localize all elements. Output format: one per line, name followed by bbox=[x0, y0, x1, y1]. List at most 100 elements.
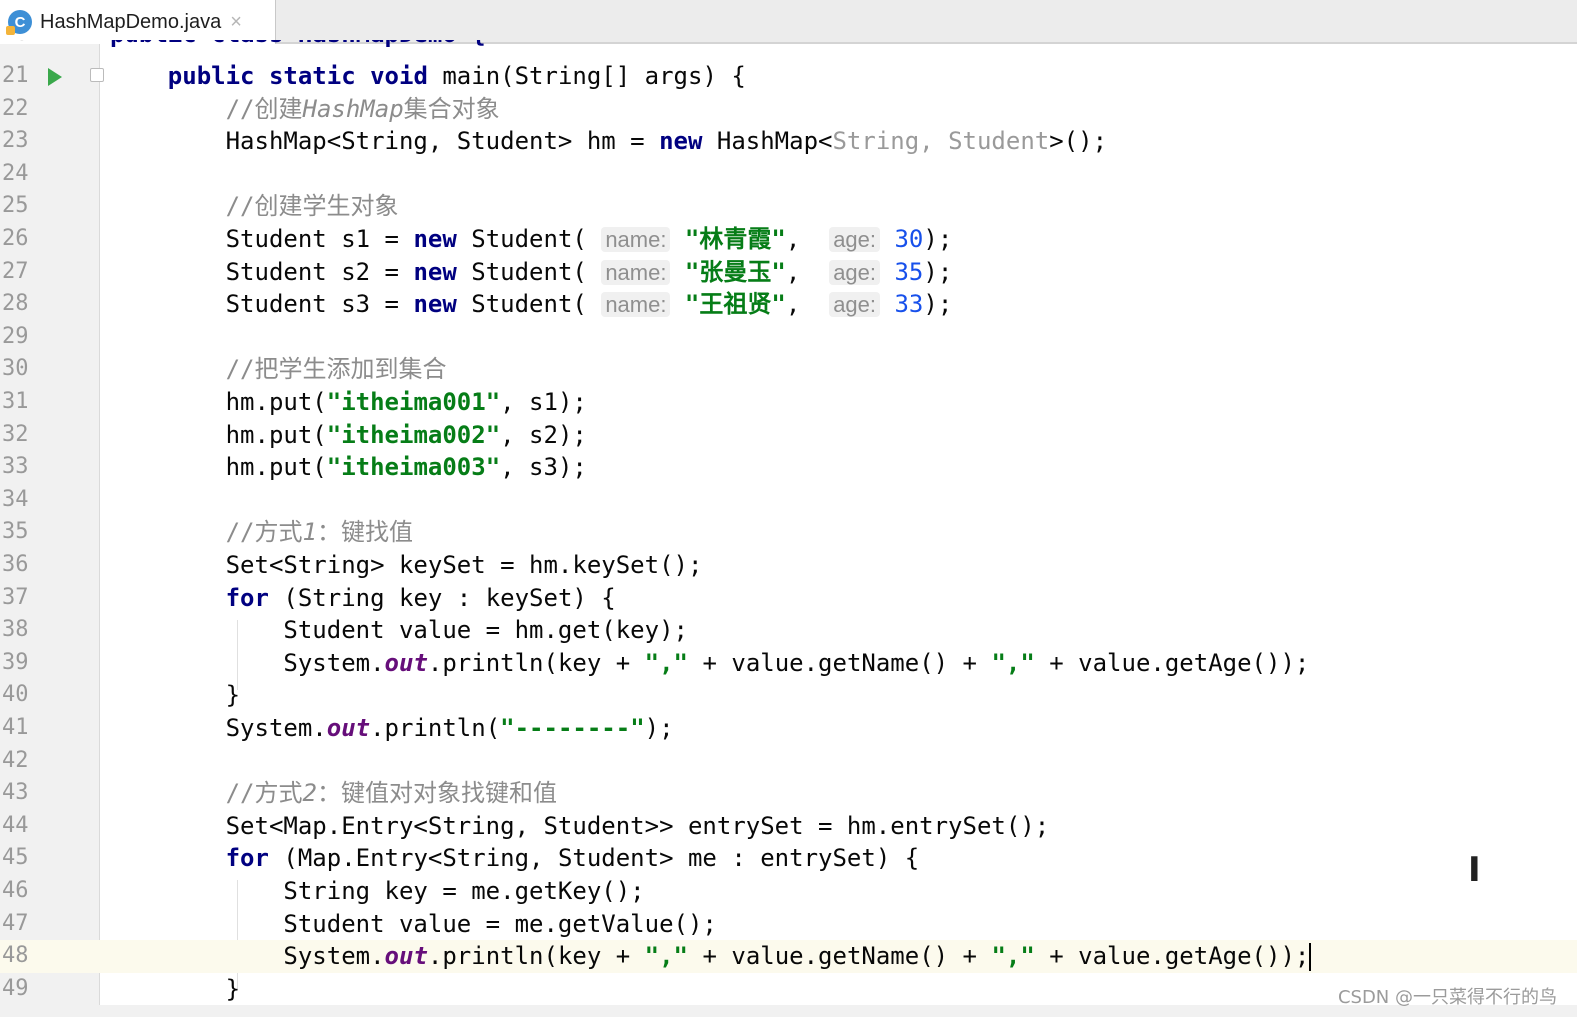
keyword: new bbox=[413, 257, 457, 286]
line-number: 36 bbox=[2, 552, 29, 577]
code-line[interactable]: 24 bbox=[0, 158, 1577, 191]
keyword: void bbox=[370, 62, 428, 90]
keyword: new bbox=[659, 127, 703, 156]
token: Set<Map.Entry<String, Student>> entrySet… bbox=[225, 811, 1050, 840]
code-text: public class HashMapDemo { bbox=[110, 40, 486, 50]
code-line[interactable]: 25 //创建学生对象 bbox=[0, 190, 1577, 223]
code-text: Set<Map.Entry<String, Student>> entrySet… bbox=[110, 810, 1050, 843]
static-field: out bbox=[384, 942, 428, 971]
code-text: for (String key : keySet) { bbox=[110, 582, 616, 615]
token: + value.getAge()); bbox=[1034, 942, 1310, 971]
code-text: Student s2 = new Student( name: "张曼玉", a… bbox=[110, 256, 953, 290]
code-text: System.out.println(key + "," + value.get… bbox=[110, 940, 1312, 973]
token: Student bbox=[225, 257, 342, 286]
code-line[interactable]: 30 //把学生添加到集合 bbox=[0, 353, 1577, 386]
token: ); bbox=[923, 290, 953, 319]
code-line[interactable]: 28 Student s3 = new Student( name: "王祖贤"… bbox=[0, 288, 1577, 321]
close-icon[interactable]: × bbox=[230, 11, 242, 34]
token: s2 bbox=[529, 420, 558, 449]
code-text: hm.put("itheima003", s3); bbox=[110, 451, 587, 484]
line-number: 24 bbox=[2, 160, 29, 186]
code-line[interactable]: 46 String key = me.getKey(); bbox=[0, 875, 1577, 908]
code-line[interactable]: 29 bbox=[0, 321, 1577, 354]
keyword: for bbox=[225, 583, 269, 612]
code-text: String key = me.getKey(); bbox=[110, 875, 644, 908]
line-number: 42 bbox=[2, 747, 29, 773]
token: + value.getName() + bbox=[688, 942, 992, 971]
text-cursor-icon: I bbox=[1468, 850, 1481, 890]
token: .println(key + bbox=[427, 942, 645, 971]
string: "," bbox=[644, 648, 689, 677]
code-text: } bbox=[110, 973, 240, 1006]
code-text: Student s1 = new Student( name: "林青霞", a… bbox=[110, 223, 953, 257]
code-text: //方式2：键值对对象找键和值 bbox=[110, 777, 557, 810]
line-number: 31 bbox=[2, 389, 29, 414]
line-number: 38 bbox=[2, 617, 29, 643]
code-text: System.out.println(key + "," + value.get… bbox=[110, 647, 1309, 680]
code-line[interactable]: 45 for (Map.Entry<String, Student> me : … bbox=[0, 842, 1577, 875]
comment: //创建 bbox=[225, 94, 303, 123]
tab-hashmapdemo[interactable]: C HashMapDemo.java × bbox=[0, 0, 276, 44]
line-number: 40 bbox=[2, 682, 29, 708]
run-icon[interactable] bbox=[48, 68, 62, 86]
param-hint-age: age: bbox=[829, 227, 881, 252]
code-line[interactable]: 23 HashMap<String, Student> hm = new Has… bbox=[0, 125, 1577, 158]
code-line[interactable]: 26 Student s1 = new Student( name: "林青霞"… bbox=[0, 223, 1577, 256]
line-number: 45 bbox=[2, 845, 29, 871]
param-hint-age: age: bbox=[829, 292, 881, 318]
fold-icon[interactable] bbox=[90, 68, 104, 82]
code-line[interactable]: 39 System.out.println(key + "," + value.… bbox=[0, 647, 1577, 680]
number: 33 bbox=[894, 290, 924, 319]
token: + value.getAge()); bbox=[1034, 648, 1310, 677]
token: hm.put( bbox=[225, 388, 327, 416]
token: = bbox=[370, 257, 414, 286]
line-number: 29 bbox=[2, 323, 29, 349]
code-line[interactable]: 31 hm.put("itheima001", s1); bbox=[0, 386, 1577, 419]
code-line[interactable]: 43 //方式2：键值对对象找键和值 bbox=[0, 777, 1577, 810]
code-line[interactable]: 37 for (String key : keySet) { bbox=[0, 582, 1577, 615]
token: .println(key + bbox=[427, 648, 645, 677]
token: = bbox=[370, 225, 414, 253]
comment: //把学生添加到集合 bbox=[225, 355, 447, 384]
token: } bbox=[225, 681, 241, 710]
code-text: Student s3 = new Student( name: "王祖贤", a… bbox=[110, 288, 953, 322]
code-line[interactable]: 32 hm.put("itheima002", s2); bbox=[0, 419, 1577, 452]
code-line[interactable]: 47 Student value = me.getValue(); bbox=[0, 908, 1577, 941]
comment: 1 bbox=[302, 518, 317, 547]
token: (Map.Entry<String, Student> me : entrySe… bbox=[268, 844, 920, 873]
line-number: 27 bbox=[2, 258, 29, 284]
code-line[interactable]: 36 Set<String> keySet = hm.keySet(); bbox=[0, 549, 1577, 582]
code-line[interactable]: 44 Set<Map.Entry<String, Student>> entry… bbox=[0, 810, 1577, 843]
code-line[interactable]: 40 } bbox=[0, 679, 1577, 712]
string: "itheima003" bbox=[326, 453, 501, 482]
code-line[interactable]: 42 bbox=[0, 745, 1577, 778]
token: , bbox=[500, 453, 530, 482]
comment: //创建学生对象 bbox=[225, 192, 399, 221]
code-line[interactable]: 35 //方式1：键找值 bbox=[0, 516, 1577, 549]
code-line[interactable]: 34 bbox=[0, 484, 1577, 517]
code-line[interactable]: 41 System.out.println("--------"); bbox=[0, 712, 1577, 745]
token: main(String[] args) { bbox=[427, 62, 746, 90]
line-number: 28 bbox=[2, 291, 29, 317]
token: ); bbox=[923, 257, 953, 286]
code-line[interactable]: 48 System.out.println(key + "," + value.… bbox=[0, 940, 1577, 973]
code-line[interactable]: 33 hm.put("itheima003", s3); bbox=[0, 451, 1577, 484]
line-number: 41 bbox=[2, 715, 29, 740]
keyword: static bbox=[268, 62, 356, 90]
token: , bbox=[500, 420, 530, 449]
token: Student value = me.getValue(); bbox=[283, 909, 717, 938]
code-line[interactable]: 38 Student value = hm.get(key); bbox=[0, 614, 1577, 647]
line-number: 49 bbox=[2, 975, 29, 1001]
param-hint-name: name: bbox=[601, 292, 671, 318]
code-line[interactable]: 22 //创建HashMap集合对象 bbox=[0, 93, 1577, 126]
code-text: public static void main(String[] args) { bbox=[110, 60, 746, 93]
line-number: 23 bbox=[2, 128, 29, 154]
token: + value.getName() + bbox=[688, 648, 992, 677]
code-line[interactable]: 27 Student s2 = new Student( name: "张曼玉"… bbox=[0, 256, 1577, 289]
token: (String key : keySet) { bbox=[268, 583, 616, 612]
token: >(); bbox=[1049, 127, 1108, 156]
line-number: 25 bbox=[2, 193, 29, 219]
token: System. bbox=[283, 942, 385, 971]
code-text: hm.put("itheima001", s1); bbox=[110, 386, 587, 419]
code-line[interactable]: 21 public static void main(String[] args… bbox=[0, 60, 1577, 93]
